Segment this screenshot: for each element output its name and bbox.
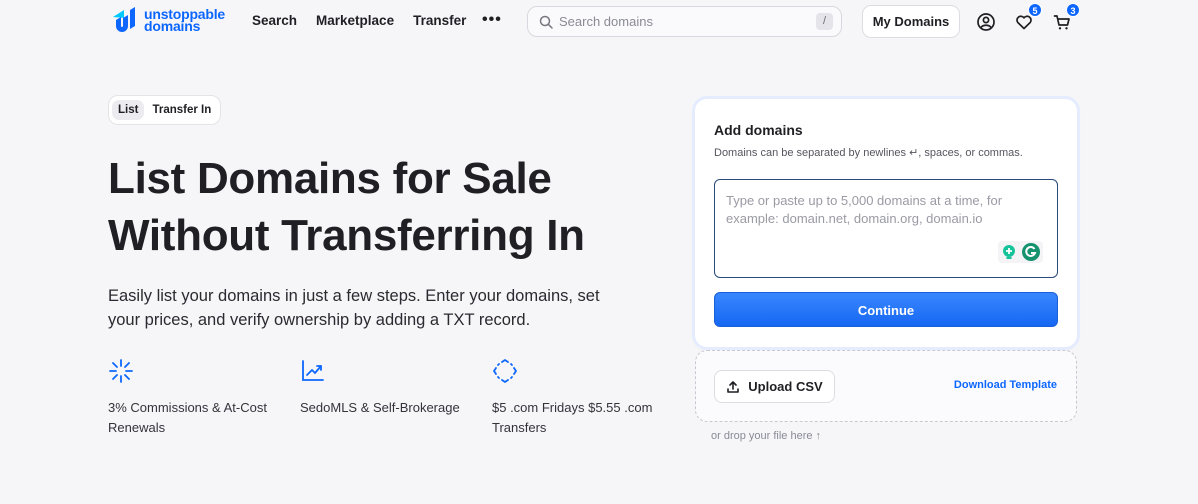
favorites-button[interactable]: 5 xyxy=(1014,3,1042,32)
feature-text: 3% Commissions & At-Cost Renewals xyxy=(108,400,267,435)
nav-marketplace[interactable]: Marketplace xyxy=(316,13,394,28)
grammarly-widget[interactable] xyxy=(998,241,1043,263)
focus-frame-icon xyxy=(493,359,517,383)
page-title: List Domains for Sale Without Transferri… xyxy=(108,154,585,260)
favorites-count-badge: 5 xyxy=(1028,3,1042,17)
domains-textarea-wrapper xyxy=(714,179,1058,278)
grammarly-bulb-icon xyxy=(1003,245,1015,259)
upload-csv-label: Upload CSV xyxy=(748,379,823,394)
add-domains-title: Add domains xyxy=(714,122,803,138)
search-input[interactable] xyxy=(559,14,799,29)
mode-segmented-control: List Transfer In xyxy=(108,95,222,125)
feature-item: 3% Commissions & At-Cost Renewals xyxy=(108,358,300,438)
add-domains-subtitle: Domains can be separated by newlines ↵, … xyxy=(714,147,1023,159)
cart-count-badge: 3 xyxy=(1066,3,1080,17)
sparkle-burst-icon xyxy=(109,359,133,383)
cart-button[interactable]: 3 xyxy=(1052,3,1080,32)
search-bar[interactable]: / xyxy=(527,6,842,37)
tab-transfer-in[interactable]: Transfer In xyxy=(146,100,217,120)
download-template-link[interactable]: Download Template xyxy=(954,379,1057,391)
top-header: unstoppable domains Search Marketplace T… xyxy=(0,0,1198,44)
upload-csv-button[interactable]: Upload CSV xyxy=(714,370,835,403)
user-circle-icon xyxy=(977,13,995,31)
nav-search[interactable]: Search xyxy=(252,13,297,28)
logo-wordmark: unstoppable domains xyxy=(144,7,225,33)
unstoppable-logo-icon xyxy=(113,7,135,32)
add-domains-card: Add domains Domains can be separated by … xyxy=(695,99,1077,347)
search-shortcut-key: / xyxy=(816,13,833,30)
my-domains-button[interactable]: My Domains xyxy=(862,5,960,38)
feature-item: SedoMLS & Self-Brokerage xyxy=(300,358,492,438)
drop-hint: or drop your file here ↑ xyxy=(711,430,822,442)
more-menu-icon[interactable]: ••• xyxy=(482,11,502,29)
account-button[interactable] xyxy=(976,12,996,32)
nav-transfer[interactable]: Transfer xyxy=(413,13,466,28)
feature-text: SedoMLS & Self-Brokerage xyxy=(300,400,460,415)
main-nav: Search Marketplace Transfer xyxy=(252,13,466,28)
feature-text: $5 .com Fridays $5.55 .com Transfers xyxy=(492,400,653,435)
search-icon xyxy=(539,15,553,29)
grammarly-g-icon xyxy=(1022,243,1040,261)
continue-button[interactable]: Continue xyxy=(714,292,1058,327)
tab-list[interactable]: List xyxy=(112,100,145,120)
page-description: Easily list your domains in just a few s… xyxy=(108,287,600,329)
csv-dropzone[interactable]: Upload CSV Download Template xyxy=(695,350,1077,422)
upload-icon xyxy=(727,380,740,393)
feature-item: $5 .com Fridays $5.55 .com Transfers xyxy=(492,358,684,438)
logo[interactable]: unstoppable domains xyxy=(110,6,225,34)
trending-up-icon xyxy=(302,360,324,381)
feature-list: 3% Commissions & At-Cost Renewals SedoML… xyxy=(108,358,684,438)
